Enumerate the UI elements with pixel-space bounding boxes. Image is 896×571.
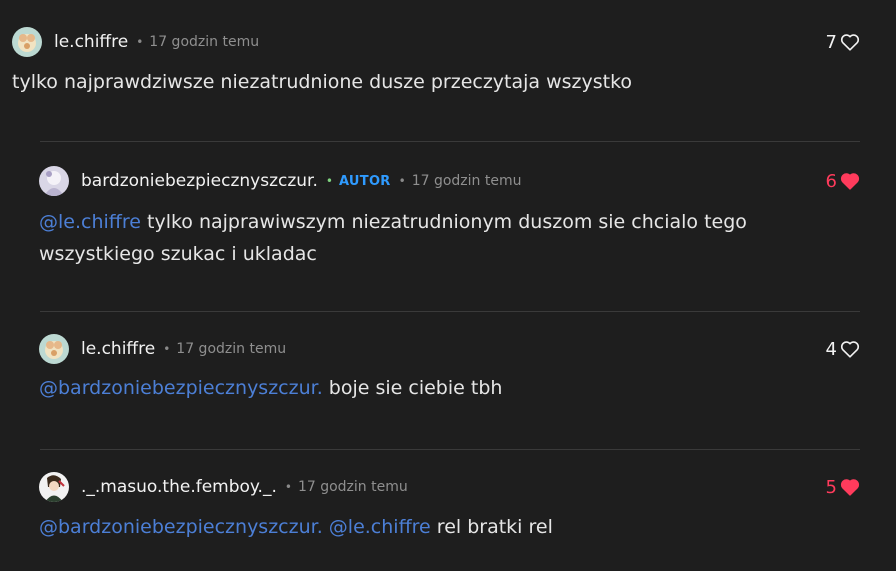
- mention-link[interactable]: @bardzoniebezpiecznyszczur.: [39, 516, 323, 538]
- avatar[interactable]: [39, 166, 69, 196]
- like-count: 7: [825, 31, 837, 53]
- mention-link[interactable]: @le.chiffre: [39, 211, 141, 233]
- divider: [40, 449, 860, 450]
- heart-outline-icon: [840, 34, 860, 51]
- comment-text: @bardzoniebezpiecznyszczur. boje sie cie…: [39, 372, 839, 404]
- timestamp: 17 godzin temu: [176, 341, 287, 357]
- separator-dot: •: [284, 480, 292, 494]
- separator-dot: •: [163, 342, 171, 356]
- username[interactable]: le.chiffre: [54, 32, 128, 52]
- comment-header: le.chiffre • 17 godzin temu: [12, 27, 259, 57]
- separator-dot: •: [325, 174, 333, 188]
- avatar[interactable]: [39, 472, 69, 502]
- like-count: 4: [825, 338, 837, 360]
- like-button[interactable]: 6: [826, 166, 860, 196]
- comment-text-content: rel bratki rel: [436, 516, 553, 538]
- username[interactable]: ._.masuo.the.femboy._.: [81, 477, 277, 497]
- comment-text: @bardzoniebezpiecznyszczur. @le.chiffre …: [39, 511, 839, 543]
- heart-filled-icon: [840, 479, 860, 496]
- mention-link[interactable]: @le.chiffre: [329, 516, 431, 538]
- comment-text-content: boje sie ciebie tbh: [328, 377, 503, 399]
- like-button[interactable]: 5: [826, 472, 860, 502]
- like-button[interactable]: 4: [826, 334, 860, 364]
- timestamp: 17 godzin temu: [149, 34, 260, 50]
- separator-dot: •: [398, 174, 406, 188]
- divider: [40, 311, 860, 312]
- heart-outline-icon: [840, 341, 860, 358]
- like-count: 5: [825, 476, 837, 498]
- like-button[interactable]: 7: [826, 27, 860, 57]
- username[interactable]: bardzoniebezpiecznyszczur.: [81, 171, 318, 191]
- author-badge: AUTOR: [338, 173, 391, 189]
- divider: [40, 141, 860, 142]
- comment-text: tylko najprawdziwsze niezatrudnione dusz…: [12, 66, 852, 98]
- avatar[interactable]: [39, 334, 69, 364]
- comment-header: le.chiffre • 17 godzin temu: [39, 334, 286, 364]
- username[interactable]: le.chiffre: [81, 339, 155, 359]
- comment-header: bardzoniebezpiecznyszczur. • AUTOR • 17 …: [39, 166, 521, 196]
- comment-header: ._.masuo.the.femboy._. • 17 godzin temu: [39, 472, 408, 502]
- mention-link[interactable]: @bardzoniebezpiecznyszczur.: [39, 377, 323, 399]
- timestamp: 17 godzin temu: [411, 173, 522, 189]
- separator-dot: •: [136, 35, 144, 49]
- comments-thread: le.chiffre • 17 godzin temu 7 tylko najp…: [0, 0, 896, 571]
- comment-text-content: tylko najprawiwszym niezatrudnionym dusz…: [39, 211, 747, 265]
- timestamp: 17 godzin temu: [297, 479, 408, 495]
- heart-filled-icon: [840, 173, 860, 190]
- comment-text-content: tylko najprawdziwsze niezatrudnione dusz…: [12, 71, 633, 93]
- like-count: 6: [825, 170, 837, 192]
- comment-text: @le.chiffre tylko najprawiwszym niezatru…: [39, 206, 839, 270]
- avatar[interactable]: [12, 27, 42, 57]
